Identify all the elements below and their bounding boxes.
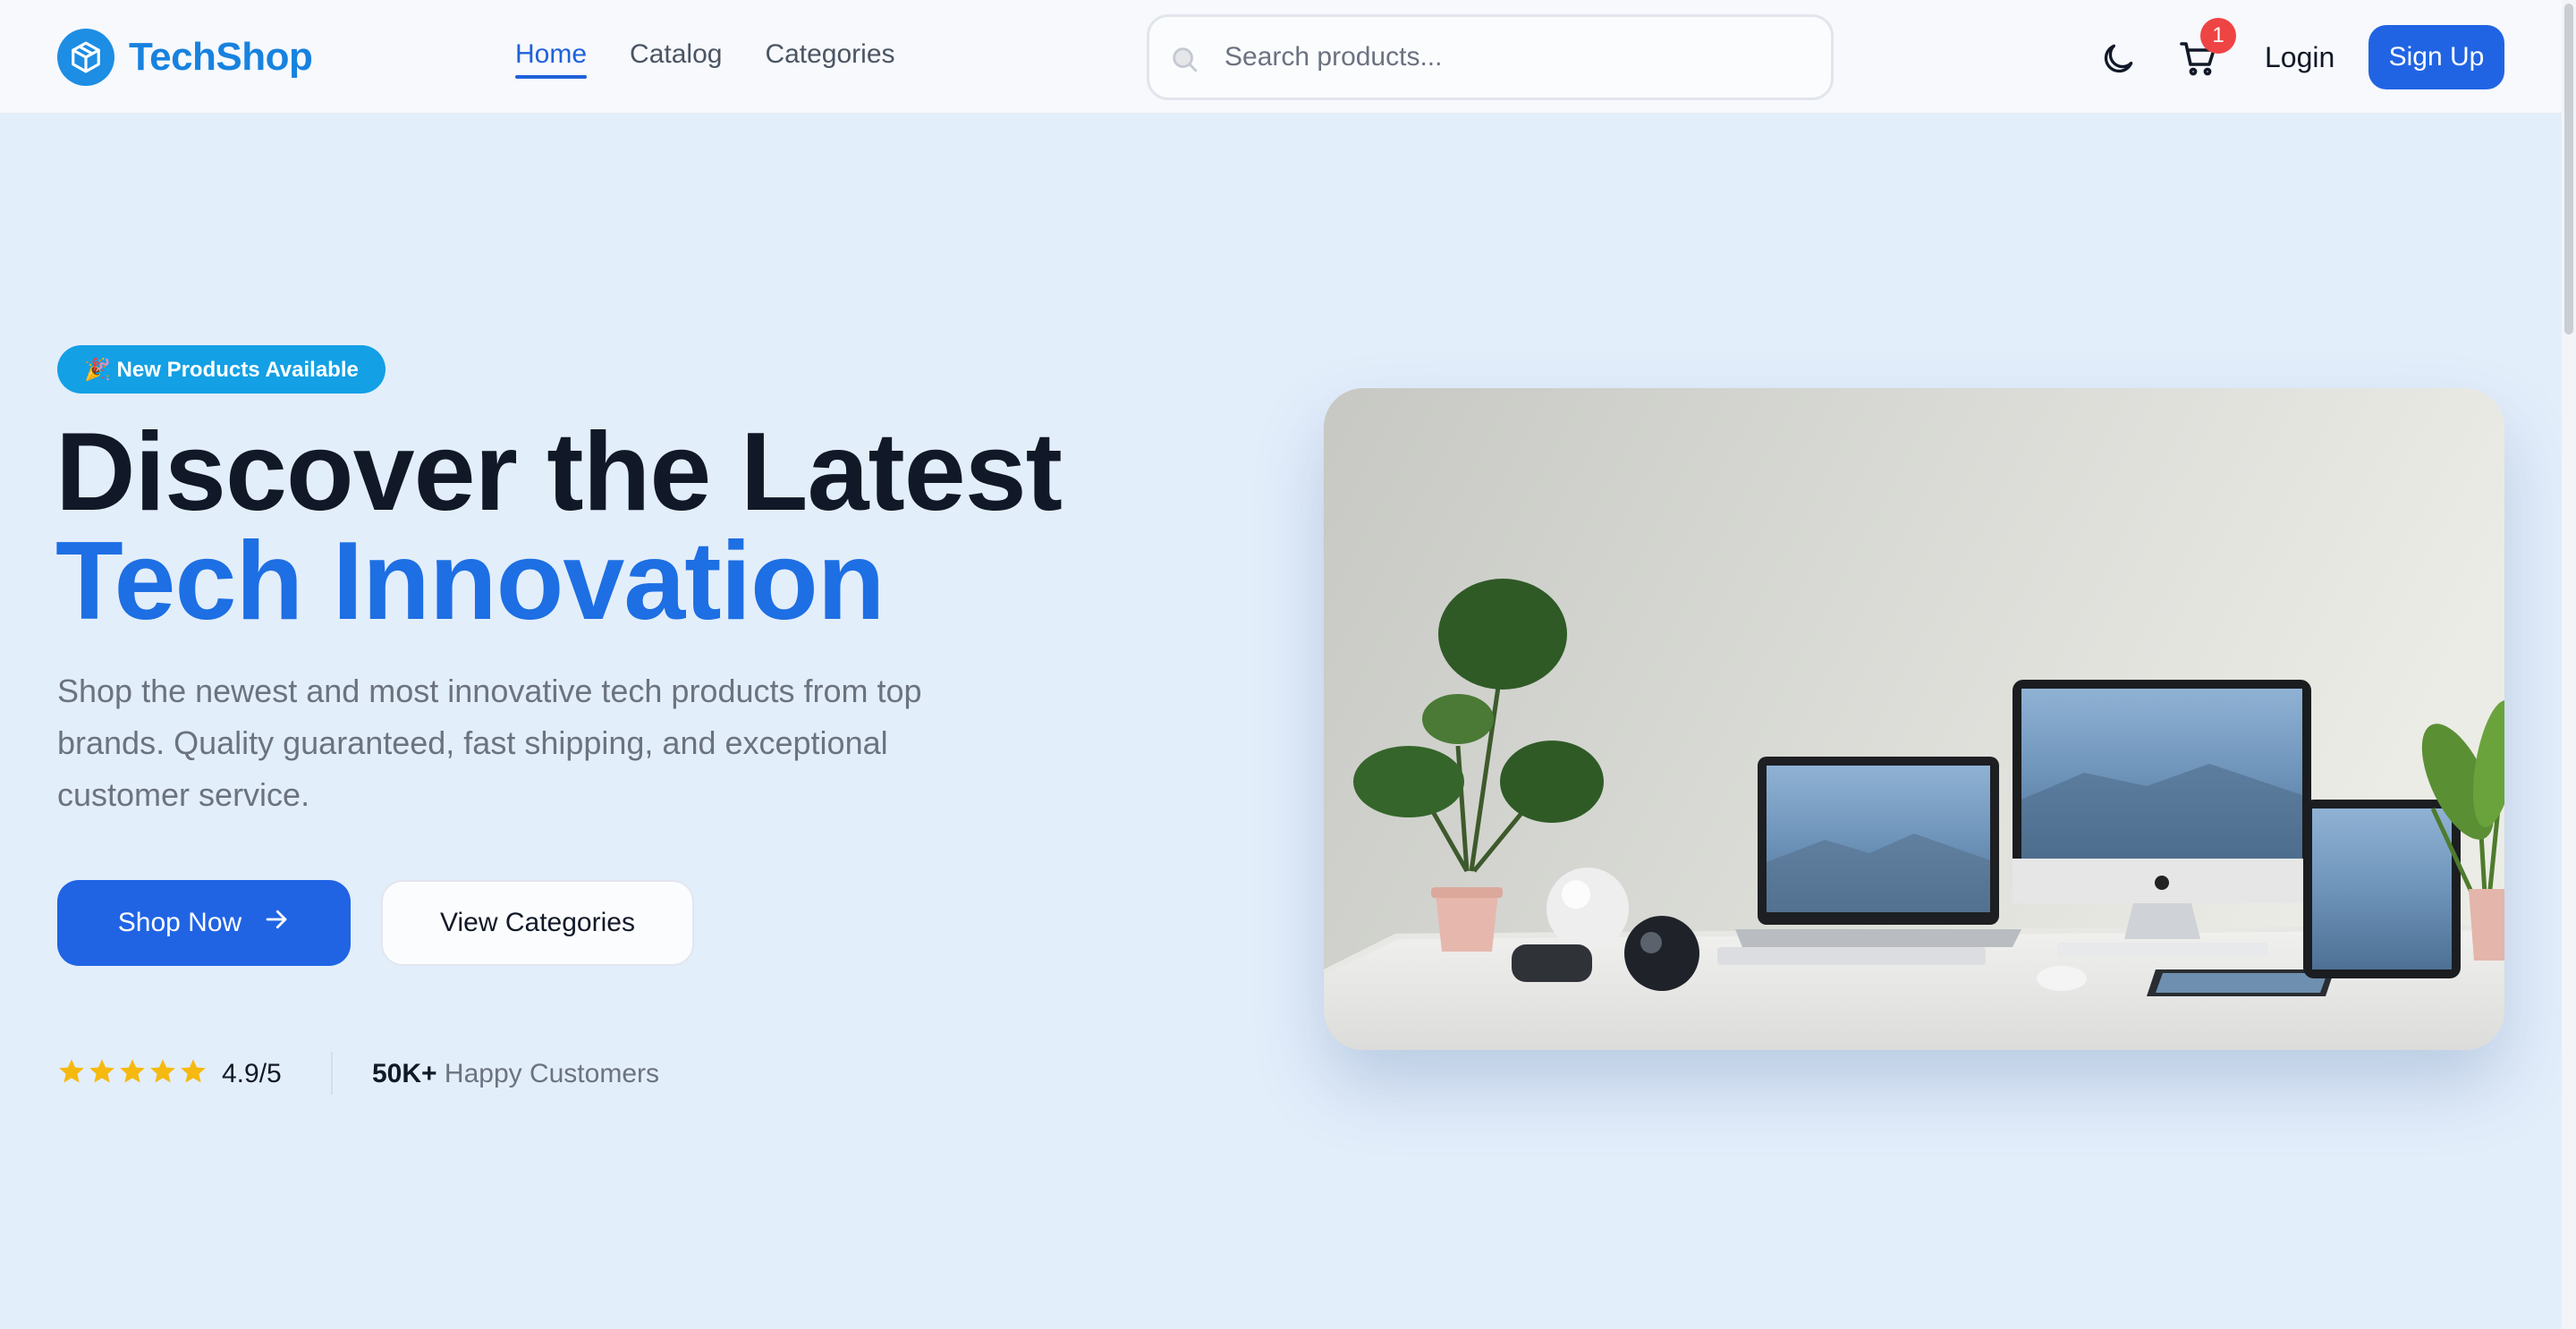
customers-stat: 50K+ Happy Customers: [372, 1059, 659, 1089]
view-categories-label: View Categories: [440, 908, 635, 937]
package-icon: [57, 29, 114, 86]
star-icon: [181, 1059, 206, 1083]
cart-count-badge: 1: [2200, 18, 2236, 54]
login-link[interactable]: Login: [2265, 41, 2334, 74]
scrollbar-thumb[interactable]: [2564, 4, 2573, 334]
main-nav: Home Catalog Categories: [515, 39, 895, 79]
new-products-badge: 🎉 New Products Available: [57, 345, 386, 394]
nav-categories[interactable]: Categories: [765, 39, 894, 79]
shop-now-button[interactable]: Shop Now: [57, 880, 351, 966]
view-categories-button[interactable]: View Categories: [381, 880, 694, 966]
moon-icon[interactable]: [2098, 39, 2138, 79]
rating-value: 4.9/5: [222, 1059, 282, 1088]
shop-now-label: Shop Now: [117, 908, 242, 937]
hero-title: Discover the Latest: [55, 411, 1063, 534]
star-icon: [89, 1059, 114, 1083]
stats-divider: [331, 1052, 333, 1095]
customers-count: 50K+: [372, 1059, 437, 1088]
nav-catalog[interactable]: Catalog: [630, 39, 722, 79]
hero-image: [1324, 388, 2504, 1050]
star-icon: [120, 1059, 145, 1083]
hero-description: Shop the newest and most innovative tech…: [57, 673, 922, 813]
search-icon: [1169, 44, 1199, 79]
customers-label: Happy Customers: [444, 1059, 659, 1088]
brand-name: TechShop: [129, 35, 313, 79]
nav-home[interactable]: Home: [515, 39, 588, 79]
search-box: [1147, 14, 1834, 100]
star-icon: [59, 1059, 84, 1083]
signup-button[interactable]: Sign Up: [2368, 25, 2504, 89]
search-input[interactable]: [1224, 17, 1815, 97]
top-navbar: TechShop Home Catalog Categories 1 Login…: [0, 0, 2562, 114]
star-icon: [150, 1059, 175, 1083]
brand-logo[interactable]: TechShop: [57, 29, 313, 86]
hero-title-highlight: Tech Innovation: [55, 520, 886, 643]
rating-stars: [57, 1057, 208, 1086]
arrow-right-icon: [263, 906, 290, 940]
